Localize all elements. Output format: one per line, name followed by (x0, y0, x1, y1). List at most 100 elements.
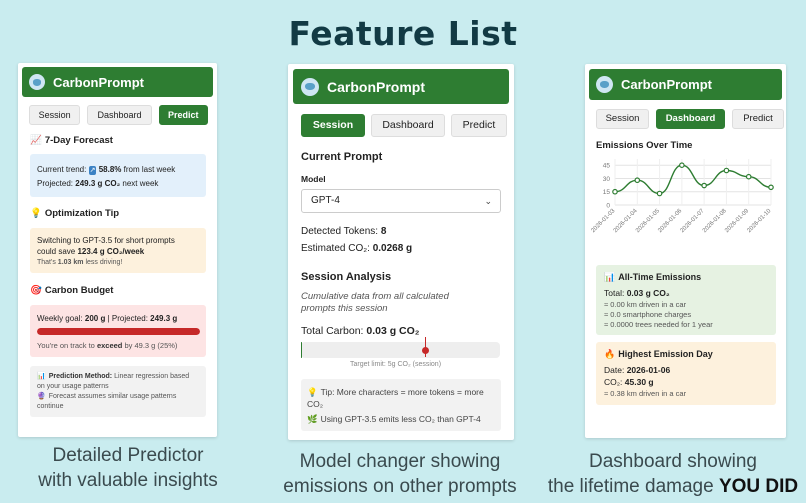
equivalent-car: ≈ 0.00 km driven in a car (604, 300, 687, 309)
y-tick-label: 0 (606, 203, 610, 210)
budget-title: 🎯 Carbon Budget (30, 285, 114, 296)
detected-tokens: Detected Tokens: 8 (301, 226, 387, 237)
budget-card: Weekly goal: 200 g | Projected: 249.3 g … (30, 305, 206, 357)
session-panel: CarbonPrompt Session Dashboard Predict C… (288, 64, 514, 440)
data-point (679, 162, 685, 168)
equivalent-car-highest: ≈ 0.38 km driven in a car (604, 389, 687, 398)
tip-card: Switching to GPT-3.5 for short prompts c… (30, 228, 206, 273)
equivalent-trees: ≈ 0.0000 trees needed for 1 year (604, 320, 713, 329)
app-header: CarbonPrompt (589, 69, 782, 100)
projected-line: Projected: 249.3 g CO₂ next week (37, 179, 159, 188)
alltime-total: Total: 0.03 g CO₂ (604, 288, 670, 298)
current-prompt-title: Current Prompt (301, 151, 383, 163)
app-name: CarbonPrompt (621, 77, 712, 92)
data-point (723, 167, 730, 174)
session-progress-fill (301, 342, 303, 358)
trend-line: Current trend: ↗ 58.8% from last week (37, 165, 176, 175)
budget-progress-track (37, 328, 200, 335)
caption-predictor: Detailed Predictor with valuable insight… (38, 445, 218, 491)
method-card: 📊 Prediction Method: Linear regression ba… (30, 366, 206, 417)
total-carbon: Total Carbon: 0.03 g CO₂ (301, 325, 420, 337)
equivalent-phone: ≈ 0.0 smartphone charges (604, 310, 692, 319)
forecast-card: Current trend: ↗ 58.8% from last week Pr… (30, 154, 206, 197)
chart-title: Emissions Over Time (596, 140, 693, 151)
data-point (656, 190, 663, 197)
tip-tokens: 💡 Tip: More characters = more tokens = mo… (307, 387, 484, 397)
tab-session[interactable]: Session (596, 109, 649, 129)
tab-predict[interactable]: Predict (732, 109, 784, 129)
caption-dashboard: Dashboard showing the lifetime damage YO… (547, 451, 799, 497)
app-header: CarbonPrompt (293, 69, 509, 104)
tab-session[interactable]: Session (29, 105, 81, 125)
analysis-description: Cumulative data from all calculated prom… (301, 291, 449, 314)
chevron-down-icon: ⌄ (484, 196, 492, 206)
y-tick-label: 30 (603, 176, 611, 183)
lightbulb-icon: 💡 (307, 387, 318, 397)
tab-predict[interactable]: Predict (451, 114, 507, 137)
app-name: CarbonPrompt (53, 74, 144, 90)
data-point (701, 182, 707, 189)
alltime-title: 📊 All-Time Emissions (604, 272, 702, 282)
crystal-ball-icon: 🔮 (37, 393, 46, 400)
tip-model: 🌿 Using GPT-3.5 emits less CO₂ than GPT-4 (307, 414, 481, 424)
data-point (768, 184, 774, 191)
y-tick-label: 45 (603, 163, 611, 170)
highest-co2: CO₂: 45.30 g (604, 377, 654, 387)
tip-savings: could save 123.4 g CO₂/week (37, 247, 145, 256)
data-point (634, 177, 641, 184)
budget-status: You're on track to exceed by 49.3 g (25%… (37, 341, 178, 350)
tab-bar: Session Dashboard Predict (301, 114, 514, 137)
data-point (612, 188, 618, 195)
tab-bar: Session Dashboard Predict (29, 105, 208, 125)
y-tick-label: 15 (603, 189, 611, 196)
highest-card: 🔥 Highest Emission Day Date: 2026-01-06 C… (596, 342, 776, 405)
x-tick-label: 2026-01-10 (746, 208, 772, 234)
predict-panel: CarbonPrompt Session Dashboard Predict 📈… (18, 63, 217, 437)
analysis-title: Session Analysis (301, 271, 392, 283)
tab-dashboard[interactable]: Dashboard (371, 114, 445, 137)
lightbulb-icon: 💡 (30, 208, 42, 219)
tab-dashboard[interactable]: Dashboard (87, 105, 152, 125)
session-tips: 💡 Tip: More characters = more tokens = mo… (301, 379, 501, 431)
method-line: 📊 Prediction Method: Linear regression ba… (37, 373, 190, 380)
tab-session[interactable]: Session (301, 114, 365, 137)
caption-model-changer: Model changer showing emissions on other… (283, 451, 517, 497)
page-title: Feature List (288, 14, 518, 53)
dashboard-panel: CarbonPrompt Session Dashboard Predict E… (585, 64, 786, 438)
estimated-co2: Estimated CO₂: 0.0268 g (301, 243, 413, 254)
app-logo-icon (596, 76, 613, 93)
forecast-title: 📈 7-Day Forecast (30, 135, 113, 146)
target-marker-dot (422, 347, 429, 354)
emissions-chart: 01530452026-01-032026-01-042026-01-05202… (590, 159, 774, 234)
tip-title: 💡 Optimization Tip (30, 208, 120, 219)
chart-up-icon: 📈 (30, 135, 42, 146)
trend-up-icon: ↗ (88, 166, 97, 175)
app-name: CarbonPrompt (327, 78, 425, 95)
session-progress-track (301, 337, 500, 358)
app-header: CarbonPrompt (22, 67, 213, 97)
bar-chart-icon: 📊 (37, 373, 46, 380)
budget-progress-fill (37, 328, 200, 335)
target-limit: Target limit: 5g CO₂ (session) (350, 361, 442, 368)
app-logo-icon (301, 77, 319, 96)
data-point (745, 173, 752, 180)
fire-icon: 🔥 (604, 349, 616, 359)
forecast-note: 🔮 Forecast assumes similar usage patterns (37, 393, 177, 400)
budget-goal-line: Weekly goal: 200 g | Projected: 249.3 g (37, 314, 178, 323)
bar-chart-icon: 📊 (604, 272, 616, 282)
highest-date: Date: 2026-01-06 (604, 365, 671, 375)
tip-equivalent: That's 1.03 km less driving! (37, 259, 123, 266)
forecast-note-cont: continue (37, 403, 64, 410)
tab-bar: Session Dashboard Predict (596, 109, 786, 129)
model-select[interactable]: GPT-4 ⌄ (301, 189, 501, 213)
app-logo-icon (29, 74, 45, 90)
target-icon: 🎯 (30, 285, 42, 296)
alltime-card: 📊 All-Time Emissions Total: 0.03 g CO₂ ≈ … (596, 265, 776, 335)
tip-tokens-cont: CO₂ (307, 399, 324, 409)
leaf-icon: 🌿 (307, 414, 318, 424)
tab-predict[interactable]: Predict (158, 105, 208, 125)
tab-dashboard[interactable]: Dashboard (656, 109, 725, 129)
tip-text: Switching to GPT-3.5 for short prompts (37, 236, 175, 245)
model-label: Model (301, 174, 326, 184)
method-text: on your usage patterns (37, 383, 109, 390)
